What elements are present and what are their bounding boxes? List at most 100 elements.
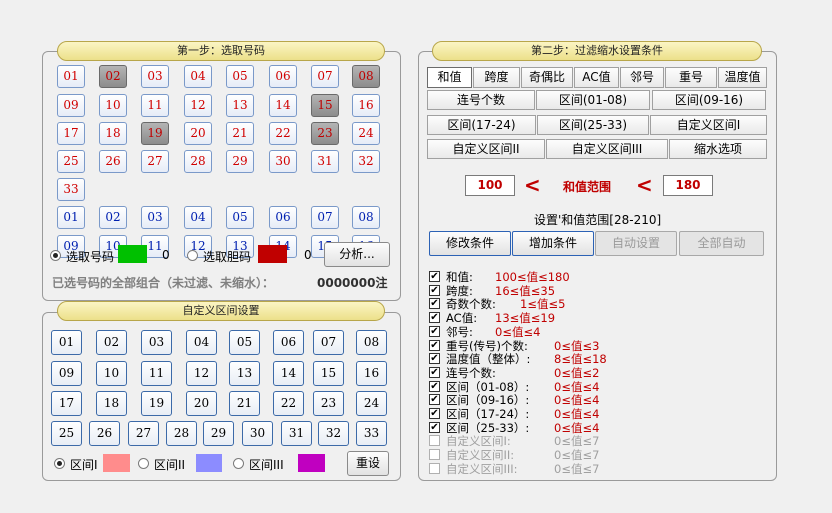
custom-number-32[interactable]: 32 <box>318 421 349 446</box>
blue-ball-04[interactable]: 04 <box>184 206 212 229</box>
custom-number-25[interactable]: 25 <box>51 421 82 446</box>
red-ball-16[interactable]: 16 <box>352 94 380 117</box>
condition-checkbox[interactable]: ✔ <box>429 284 440 296</box>
blue-ball-07[interactable]: 07 <box>311 206 339 229</box>
custom-number-31[interactable]: 31 <box>281 421 312 446</box>
red-ball-26[interactable]: 26 <box>99 150 127 173</box>
red-ball-14[interactable]: 14 <box>269 94 297 117</box>
condition-checkbox[interactable]: ✔ <box>429 271 440 282</box>
custom-number-14[interactable]: 14 <box>273 361 304 386</box>
add-condition-button[interactable]: 增加条件 <box>512 231 594 256</box>
custom-number-28[interactable]: 28 <box>166 421 197 446</box>
red-ball-02[interactable]: 02 <box>99 65 127 88</box>
red-ball-01[interactable]: 01 <box>57 65 85 88</box>
tab-1[interactable]: 跨度 <box>473 67 520 88</box>
red-ball-17[interactable]: 17 <box>57 122 85 145</box>
custom-number-21[interactable]: 21 <box>229 391 260 416</box>
custom-number-23[interactable]: 23 <box>313 391 344 416</box>
red-ball-10[interactable]: 10 <box>99 94 127 117</box>
filter-option-tabs_row2-2[interactable]: 区间(09-16) <box>652 90 766 110</box>
custom-number-26[interactable]: 26 <box>89 421 120 446</box>
condition-checkbox[interactable] <box>429 449 440 461</box>
custom-number-06[interactable]: 06 <box>273 330 304 355</box>
filter-option-tabs_row4-1[interactable]: 自定义区间III <box>546 139 668 159</box>
modify-condition-button[interactable]: 修改条件 <box>429 231 511 256</box>
auto-set-button[interactable]: 自动设置 <box>595 231 677 256</box>
tab-4[interactable]: 邻号 <box>620 67 664 88</box>
pick-bold-radio[interactable] <box>187 250 198 261</box>
custom-number-05[interactable]: 05 <box>229 330 260 355</box>
red-ball-18[interactable]: 18 <box>99 122 127 145</box>
custom-number-15[interactable]: 15 <box>313 361 344 386</box>
red-ball-06[interactable]: 06 <box>269 65 297 88</box>
custom-number-11[interactable]: 11 <box>141 361 172 386</box>
tab-6[interactable]: 温度值 <box>718 67 767 88</box>
filter-option-tabs_row4-2[interactable]: 缩水选项 <box>669 139 767 159</box>
red-ball-12[interactable]: 12 <box>184 94 212 117</box>
zone2-radio[interactable] <box>138 458 149 469</box>
custom-number-01[interactable]: 01 <box>51 330 82 355</box>
red-ball-32[interactable]: 32 <box>352 150 380 173</box>
red-ball-08[interactable]: 08 <box>352 65 380 88</box>
red-ball-25[interactable]: 25 <box>57 150 85 173</box>
red-ball-15[interactable]: 15 <box>311 94 339 117</box>
custom-number-04[interactable]: 04 <box>186 330 217 355</box>
blue-ball-08[interactable]: 08 <box>352 206 380 229</box>
red-ball-28[interactable]: 28 <box>184 150 212 173</box>
custom-number-33[interactable]: 33 <box>356 421 387 446</box>
filter-option-tabs_row3-1[interactable]: 区间(25-33) <box>537 115 649 135</box>
filter-option-tabs_row3-0[interactable]: 区间(17-24) <box>427 115 536 135</box>
custom-number-24[interactable]: 24 <box>356 391 387 416</box>
blue-ball-01[interactable]: 01 <box>57 206 85 229</box>
blue-ball-02[interactable]: 02 <box>99 206 127 229</box>
range-high-input[interactable]: 180 <box>663 175 713 196</box>
custom-number-09[interactable]: 09 <box>51 361 82 386</box>
filter-option-tabs_row2-0[interactable]: 连号个数 <box>427 90 535 110</box>
custom-number-20[interactable]: 20 <box>186 391 217 416</box>
blue-ball-05[interactable]: 05 <box>226 206 254 229</box>
custom-number-07[interactable]: 07 <box>313 330 344 355</box>
condition-checkbox[interactable]: ✔ <box>429 394 440 406</box>
red-ball-20[interactable]: 20 <box>184 122 212 145</box>
custom-number-02[interactable]: 02 <box>96 330 127 355</box>
filter-option-tabs_row2-1[interactable]: 区间(01-08) <box>536 90 650 110</box>
custom-number-12[interactable]: 12 <box>186 361 217 386</box>
red-ball-22[interactable]: 22 <box>269 122 297 145</box>
red-ball-09[interactable]: 09 <box>57 94 85 117</box>
custom-number-29[interactable]: 29 <box>203 421 234 446</box>
custom-number-13[interactable]: 13 <box>229 361 260 386</box>
custom-number-22[interactable]: 22 <box>273 391 304 416</box>
condition-checkbox[interactable]: ✔ <box>429 353 440 365</box>
custom-number-17[interactable]: 17 <box>51 391 82 416</box>
tab-3[interactable]: AC值 <box>574 67 619 88</box>
red-ball-03[interactable]: 03 <box>141 65 169 88</box>
custom-number-19[interactable]: 19 <box>141 391 172 416</box>
condition-checkbox[interactable]: ✔ <box>429 366 440 378</box>
red-ball-07[interactable]: 07 <box>311 65 339 88</box>
red-ball-29[interactable]: 29 <box>226 150 254 173</box>
blue-ball-03[interactable]: 03 <box>141 206 169 229</box>
red-ball-04[interactable]: 04 <box>184 65 212 88</box>
auto-all-button[interactable]: 全部自动 <box>679 231 764 256</box>
custom-number-10[interactable]: 10 <box>96 361 127 386</box>
custom-number-30[interactable]: 30 <box>242 421 273 446</box>
tab-0[interactable]: 和值 <box>427 67 472 88</box>
red-ball-27[interactable]: 27 <box>141 150 169 173</box>
red-ball-05[interactable]: 05 <box>226 65 254 88</box>
condition-checkbox[interactable]: ✔ <box>429 298 440 310</box>
red-ball-31[interactable]: 31 <box>311 150 339 173</box>
filter-option-tabs_row4-0[interactable]: 自定义区间II <box>427 139 545 159</box>
custom-number-03[interactable]: 03 <box>141 330 172 355</box>
zone1-radio[interactable] <box>54 458 65 469</box>
condition-checkbox[interactable] <box>429 435 440 447</box>
custom-number-18[interactable]: 18 <box>96 391 127 416</box>
reset-button[interactable]: 重设 <box>347 451 389 476</box>
red-ball-21[interactable]: 21 <box>226 122 254 145</box>
range-low-input[interactable]: 100 <box>465 175 515 196</box>
condition-checkbox[interactable]: ✔ <box>429 408 440 419</box>
blue-ball-06[interactable]: 06 <box>269 206 297 229</box>
custom-number-16[interactable]: 16 <box>356 361 387 386</box>
condition-checkbox[interactable]: ✔ <box>429 339 440 351</box>
condition-checkbox[interactable]: ✔ <box>429 421 440 433</box>
analyze-button[interactable]: 分析... <box>324 242 390 267</box>
